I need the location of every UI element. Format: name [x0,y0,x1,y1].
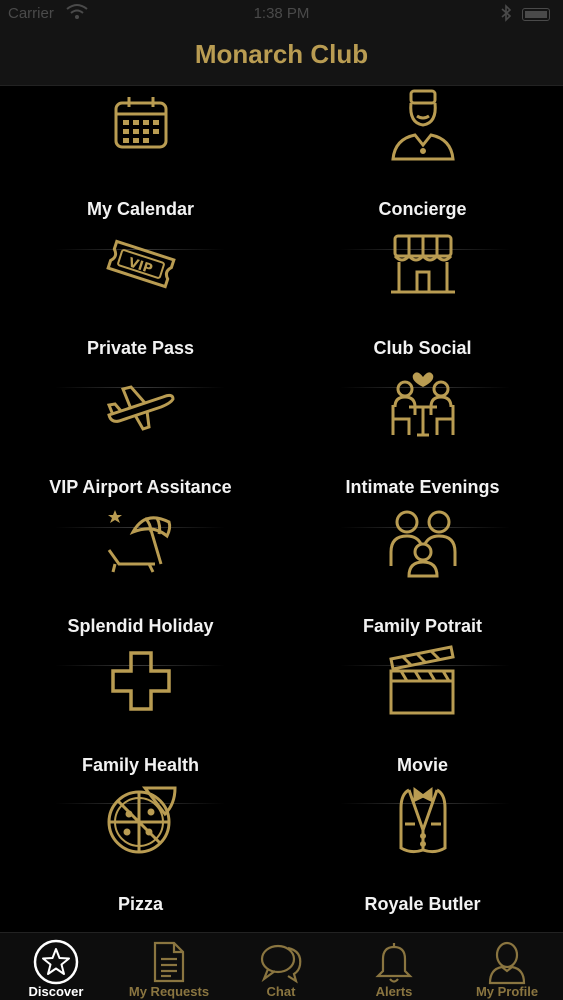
beach-umbrella-icon [105,506,177,578]
tile-label: Splendid Holiday [67,616,214,636]
tab-my-requests[interactable]: My Requests [113,933,225,1000]
tile-label: Family Potrait [362,616,483,636]
star-icon [33,939,79,985]
tab-chat[interactable]: Chat [225,933,337,1000]
tile-label: Movie [396,755,448,775]
chat-bubbles-icon [258,939,304,985]
vip-ticket-icon: VIP [105,228,177,300]
tab-discover[interactable]: Discover [0,933,112,1000]
tile-label: Private Pass [86,338,195,358]
tab-label: Discover [28,984,84,999]
tile-label: My Calendar [86,199,195,219]
tab-alerts[interactable]: Alerts [338,933,450,1000]
navigation-bar: Monarch Club [0,30,563,86]
pizza-icon [105,784,177,856]
tab-label: Chat [266,984,296,999]
tile-label: Club Social [373,338,472,358]
couple-dinner-icon [387,367,459,439]
tile-vip-airport-assistance[interactable]: VIP Airport Assitance [0,365,281,504]
tile-club-social[interactable]: Club Social [282,226,563,365]
tile-label: Pizza [117,894,164,914]
tab-bar: Discover My Requests Chat Alerts My Prof… [0,932,563,1000]
tile-royale-butler[interactable]: Royale Butler [282,782,563,921]
tile-concierge[interactable]: Concierge [282,87,563,226]
tile-label: VIP Airport Assitance [49,477,232,497]
tile-my-calendar[interactable]: My Calendar [0,87,281,226]
tile-family-health[interactable]: Family Health [0,643,281,782]
tile-label: Intimate Evenings [345,477,500,497]
storefront-icon [387,228,459,300]
tile-label: Family Health [81,755,200,775]
bluetooth-icon [500,4,512,26]
bell-icon [371,939,417,985]
document-icon [146,939,192,985]
concierge-icon [387,89,459,161]
battery-icon [522,8,550,21]
butler-vest-icon [387,784,459,856]
family-icon [387,506,459,578]
tile-label: Concierge [378,199,467,219]
profile-icon [484,939,530,985]
tile-splendid-holiday[interactable]: Splendid Holiday [0,504,281,643]
page-title: Monarch Club [194,39,369,69]
tab-label: Alerts [375,984,413,999]
services-grid: My Calendar Concierge VIP Private Pass C… [0,87,563,932]
tile-movie[interactable]: Movie [282,643,563,782]
tab-label: My Requests [128,984,210,999]
calendar-icon [105,89,177,161]
tab-label: My Profile [475,984,539,999]
airplane-icon [105,367,177,439]
medical-cross-icon [105,645,177,717]
status-time: 1:38 PM [253,5,310,22]
tile-private-pass[interactable]: VIP Private Pass [0,226,281,365]
status-bar: Carrier 1:38 PM [0,0,563,30]
clapperboard-icon [387,645,459,717]
tile-family-potrait[interactable]: Family Potrait [282,504,563,643]
tile-pizza[interactable]: Pizza [0,782,281,921]
tile-intimate-evenings[interactable]: Intimate Evenings [282,365,563,504]
tab-my-profile[interactable]: My Profile [451,933,563,1000]
tile-label: Royale Butler [364,894,481,914]
